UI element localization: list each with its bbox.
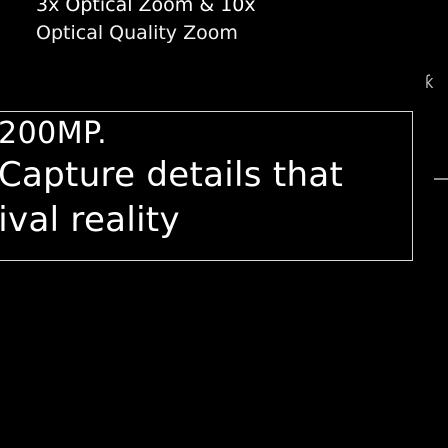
headline-line-1: 200MP. — [0, 116, 108, 151]
headline-selection-box: 200MP. Capture details that rival realit… — [0, 111, 413, 261]
edge-partial-mark — [434, 178, 448, 186]
zoom-caption-line-1: 3x Optical Zoom & 10x — [36, 0, 256, 16]
headline-line-2: Capture details that — [0, 155, 344, 195]
zoom-caption-line-2: Optical Quality Zoom — [36, 22, 238, 44]
headline: 200MP. Capture details that rival realit… — [0, 116, 343, 242]
edge-partial-glyph: ƙ — [425, 72, 434, 93]
headline-line-3: rival reality — [0, 200, 180, 240]
